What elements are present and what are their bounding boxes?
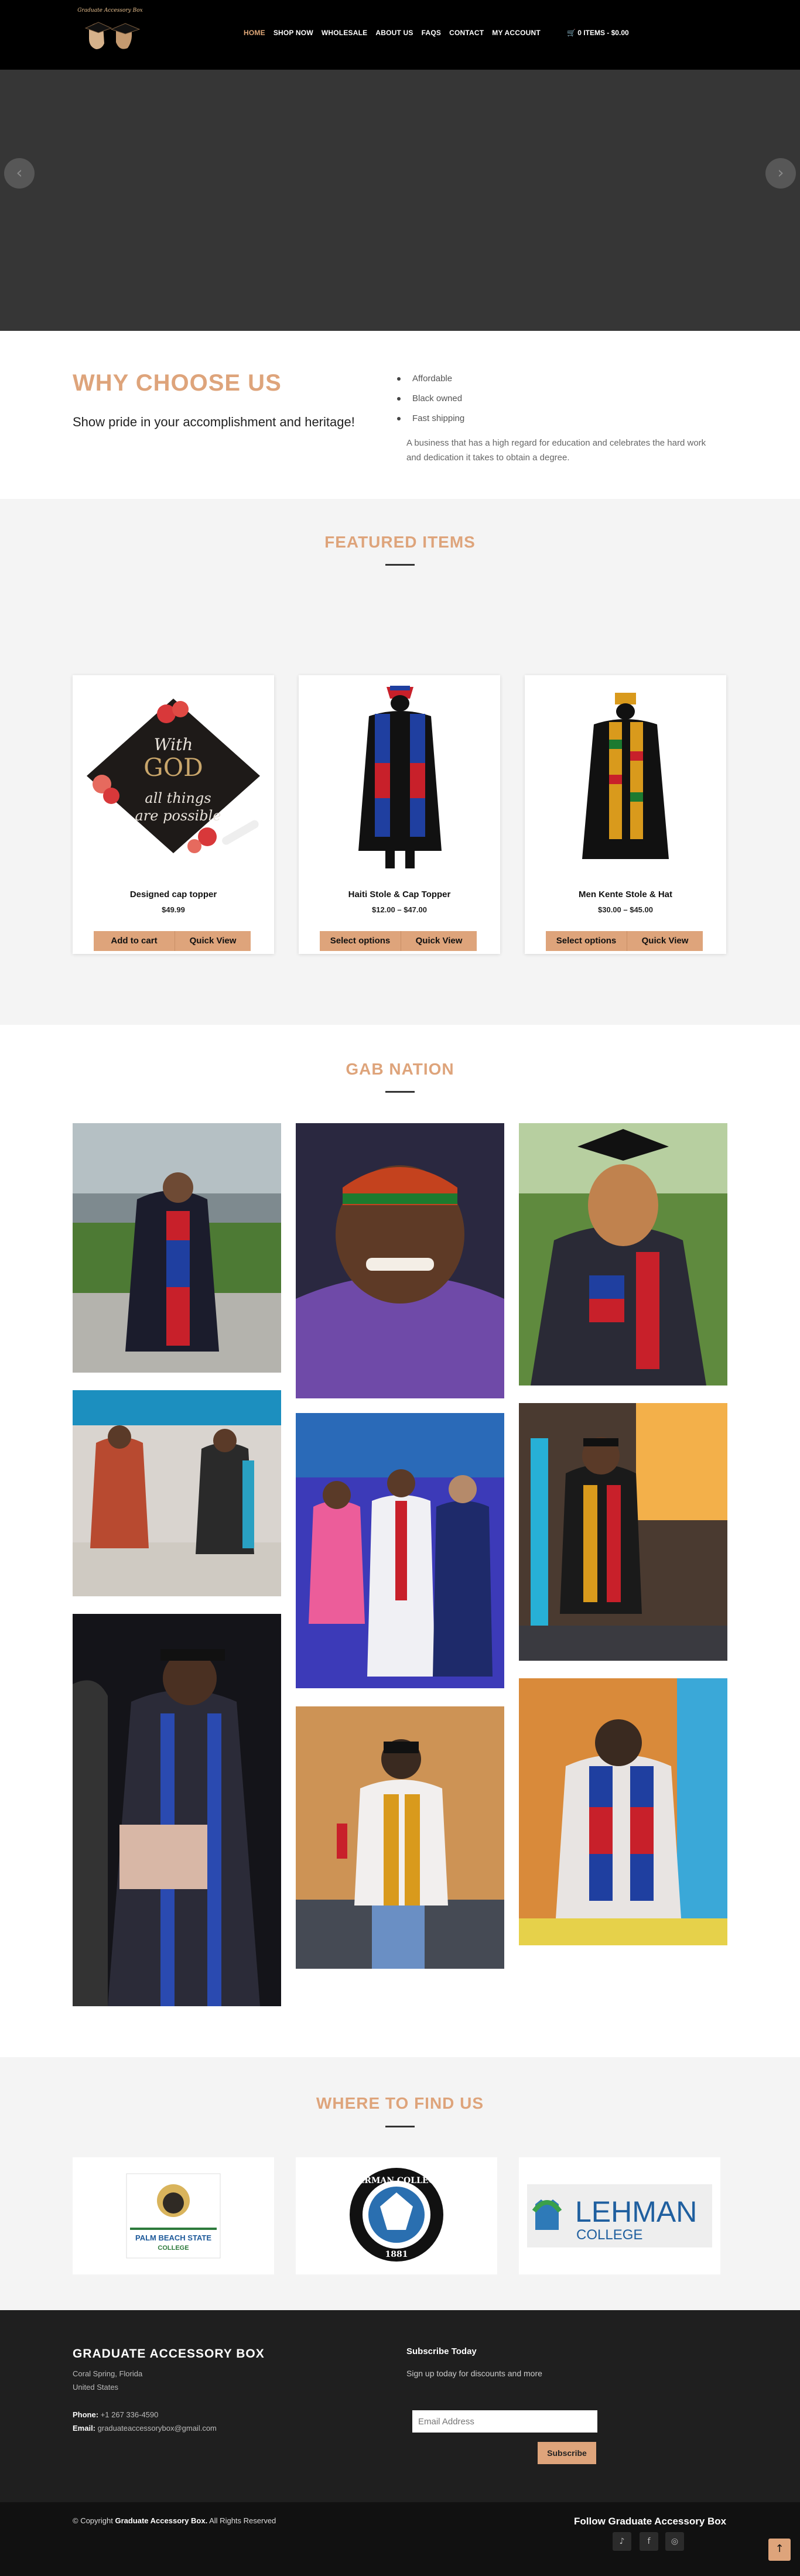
berman-name: BERMAN COLLEGE	[351, 2176, 442, 2185]
gallery-photo[interactable]	[296, 1706, 504, 1969]
facebook-icon[interactable]: f	[640, 2532, 658, 2551]
slider-prev-button[interactable]: ‹	[4, 158, 35, 189]
list-item: Fast shipping	[394, 413, 464, 433]
partner-logo-palm-beach[interactable]: PALM BEACH STATE COLLEGE	[73, 2157, 274, 2274]
product-image[interactable]	[525, 675, 726, 877]
gallery-photo[interactable]	[519, 1123, 727, 1386]
subscribe-text: Sign up today for discounts and more	[406, 2369, 542, 2378]
gallery-photo[interactable]	[73, 1614, 281, 2006]
copyright-suffix: All Rights Reserved	[209, 2516, 276, 2525]
footer-city: Coral Spring, Florida	[73, 2369, 143, 2378]
email-label: Email:	[73, 2424, 96, 2433]
section-divider	[385, 1091, 415, 1093]
palm-beach-name: PALM BEACH STATE	[135, 2233, 211, 2242]
cap-text-with: With	[154, 735, 193, 754]
quick-view-button[interactable]: Quick View	[627, 931, 703, 951]
instagram-icon[interactable]: ◎	[665, 2532, 684, 2551]
gallery-photo[interactable]	[296, 1123, 504, 1398]
product-name[interactable]: Haiti Stole & Cap Topper	[299, 890, 500, 899]
footer-title: GRADUATE ACCESSORY BOX	[73, 2347, 265, 2361]
lehman-sub: COLLEGE	[576, 2227, 642, 2243]
gab-nation-title: GAB NATION	[346, 1060, 454, 1078]
product-card[interactable]: Haiti Stole & Cap Topper $12.00 – $47.00…	[299, 675, 500, 954]
site-header: Graduate Accessory Box HOME SHOP NOW WHO…	[0, 0, 800, 70]
why-choose-title: WHY CHOOSE US	[73, 370, 282, 396]
hero-slider	[0, 70, 800, 331]
why-choose-list: Affordable Black owned Fast shipping	[394, 374, 464, 433]
copyright-prefix: © Copyright	[73, 2516, 113, 2525]
product-card[interactable]: With GOD all things are possible Designe…	[73, 675, 274, 954]
product-name[interactable]: Men Kente Stole & Hat	[525, 890, 726, 899]
cap-text-all-things: all things	[145, 790, 211, 806]
quick-view-button[interactable]: Quick View	[401, 931, 477, 951]
subscribe-button[interactable]: Subscribe	[538, 2442, 596, 2464]
gallery-photo[interactable]	[296, 1413, 504, 1688]
gallery-photo[interactable]	[73, 1390, 281, 1596]
berman-year: 1881	[385, 2250, 408, 2259]
product-image[interactable]	[299, 675, 500, 877]
product-price: $30.00 – $45.00	[598, 905, 653, 914]
nav-wholesale[interactable]: WHOLESALE	[322, 29, 367, 37]
footer-phone: Phone: +1 267 336-4590	[73, 2410, 158, 2419]
slider-next-button[interactable]: ›	[765, 158, 796, 189]
section-divider	[385, 2126, 415, 2127]
select-options-button[interactable]: Select options	[546, 931, 627, 951]
palm-beach-sub: COLLEGE	[158, 2245, 189, 2252]
phone-label: Phone:	[73, 2410, 99, 2419]
nav-about-us[interactable]: ABOUT US	[375, 29, 413, 37]
footer-country: United States	[73, 2383, 119, 2392]
why-choose-description: A business that has a high regard for ed…	[406, 438, 706, 463]
list-item: Black owned	[394, 394, 464, 413]
lehman-name: LEHMAN	[575, 2195, 697, 2228]
gallery-photo[interactable]	[519, 1403, 727, 1661]
follow-heading: Follow Graduate Accessory Box	[574, 2516, 727, 2527]
product-name[interactable]: Designed cap topper	[73, 890, 274, 899]
gallery-photo[interactable]	[73, 1123, 281, 1373]
nav-home[interactable]: HOME	[244, 29, 265, 37]
partner-logo-lehman[interactable]: LEHMAN COLLEGE	[519, 2157, 720, 2274]
email-value[interactable]: graduateaccessorybox@gmail.com	[98, 2424, 217, 2433]
cap-text-possible: are possible	[135, 808, 221, 824]
add-to-cart-button[interactable]: Add to cart	[94, 931, 175, 951]
main-nav: HOME SHOP NOW WHOLESALE ABOUT US FAQS CO…	[244, 29, 541, 37]
product-price: $12.00 – $47.00	[372, 905, 427, 914]
select-options-button[interactable]: Select options	[320, 931, 401, 951]
section-divider	[385, 564, 415, 566]
gallery-photo[interactable]	[519, 1678, 727, 1945]
product-card[interactable]: Men Kente Stole & Hat $30.00 – $45.00 Se…	[525, 675, 726, 954]
product-image[interactable]: With GOD all things are possible	[73, 675, 274, 877]
cart-link[interactable]: 🛒 0 ITEMS - $0.00	[567, 29, 629, 37]
site-logo[interactable]: Graduate Accessory Box	[77, 5, 143, 63]
site-footer	[0, 2310, 800, 2502]
partner-logo-berman[interactable]: BERMAN COLLEGE 1881	[296, 2157, 497, 2274]
subscribe-email-input[interactable]	[412, 2410, 597, 2433]
nav-shop-now[interactable]: SHOP NOW	[273, 29, 313, 37]
nav-my-account[interactable]: MY ACCOUNT	[492, 29, 541, 37]
cart-icon: 🛒	[567, 29, 576, 37]
product-price: $49.99	[162, 905, 185, 914]
phone-value[interactable]: +1 267 336-4590	[101, 2410, 159, 2419]
copyright: © Copyright Graduate Accessory Box. All …	[73, 2516, 276, 2525]
nav-contact[interactable]: CONTACT	[449, 29, 484, 37]
copyright-brand: Graduate Accessory Box.	[115, 2516, 208, 2525]
cap-text-god: GOD	[143, 753, 203, 782]
footer-email: Email: graduateaccessorybox@gmail.com	[73, 2424, 217, 2433]
list-item: Affordable	[394, 374, 464, 394]
quick-view-button[interactable]: Quick View	[175, 931, 251, 951]
tiktok-icon[interactable]: ♪	[613, 2532, 631, 2551]
subscribe-title: Subscribe Today	[406, 2346, 477, 2356]
featured-title: FEATURED ITEMS	[324, 533, 476, 551]
why-choose-subtitle: Show pride in your accomplishment and he…	[73, 415, 355, 429]
scroll-to-top-button[interactable]: ↑	[768, 2539, 791, 2561]
nav-faqs[interactable]: FAQS	[422, 29, 441, 37]
where-to-find-title: WHERE TO FIND US	[316, 2094, 484, 2112]
cart-summary: 0 ITEMS - $0.00	[577, 29, 629, 37]
